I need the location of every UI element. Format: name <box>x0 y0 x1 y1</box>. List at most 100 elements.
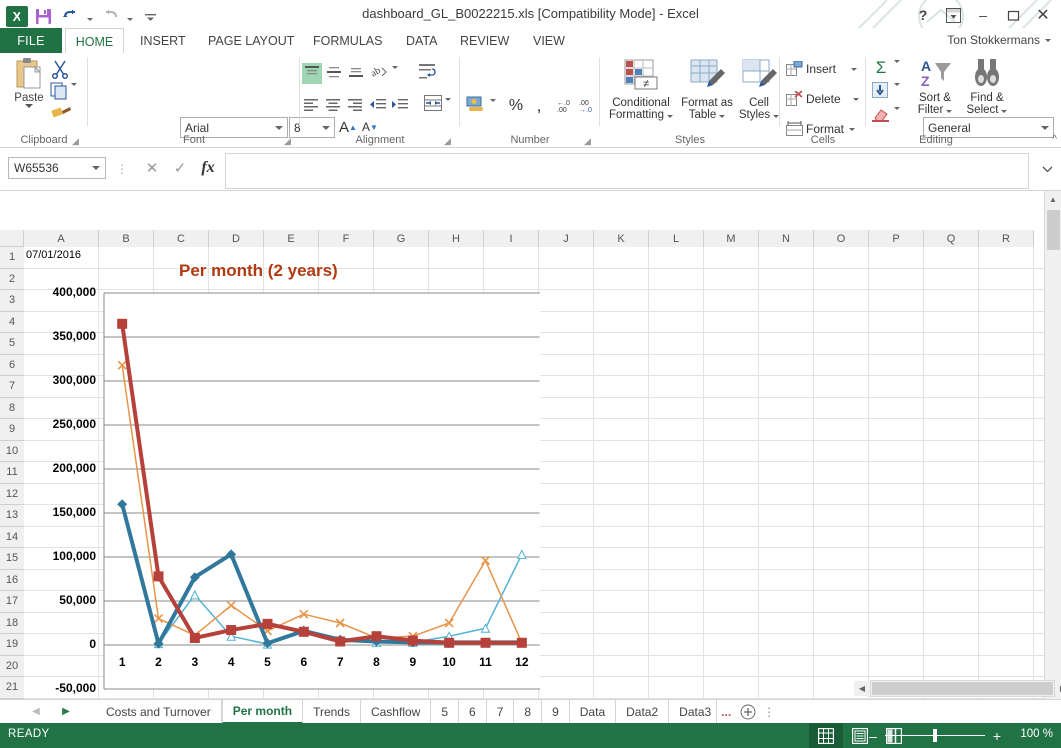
close-button[interactable]: ✕ <box>1029 4 1057 26</box>
row-header-16[interactable]: 16 <box>0 569 24 591</box>
column-header-f[interactable]: F <box>319 230 374 247</box>
row-header-13[interactable]: 13 <box>0 505 24 527</box>
sheet-tab-data[interactable]: Data <box>570 700 617 724</box>
sort-and-filter-button[interactable]: A Z Sort & Filter <box>910 57 960 116</box>
alignment-dialog-launcher[interactable]: ◢ <box>444 136 454 146</box>
sheet-tab-costs-and-turnover[interactable]: Costs and Turnover <box>96 700 222 724</box>
sheet-tab-7[interactable]: 7 <box>487 700 515 724</box>
fill-down-icon[interactable] <box>872 82 888 101</box>
chart-per-month[interactable]: Per month (2 years) 400,000 350,000 300,00… <box>24 247 554 699</box>
autosum-button[interactable]: Σ <box>872 57 890 79</box>
name-box[interactable]: W65536 <box>8 157 106 179</box>
conditional-formatting-button[interactable]: ≠ Conditional Formatting <box>606 59 676 121</box>
row-header-12[interactable]: 12 <box>0 483 24 505</box>
copy-dropdown-icon[interactable] <box>71 83 77 100</box>
ribbon-display-options-icon[interactable] <box>939 4 967 26</box>
clear-dropdown-icon[interactable] <box>894 107 900 124</box>
column-header-r[interactable]: R <box>979 230 1034 247</box>
horizontal-scroll-thumb[interactable] <box>872 682 1053 695</box>
number-dialog-launcher[interactable]: ◢ <box>584 136 594 146</box>
fill-dropdown-icon[interactable] <box>894 83 900 100</box>
paste-dropdown-icon[interactable] <box>25 104 33 108</box>
column-header-c[interactable]: C <box>154 230 209 247</box>
column-header-o[interactable]: O <box>814 230 869 247</box>
align-right-icon[interactable] <box>347 98 363 115</box>
paste-button[interactable]: Paste <box>8 57 50 108</box>
align-center-icon[interactable] <box>325 98 341 115</box>
middle-align-icon[interactable] <box>326 65 342 82</box>
tab-data[interactable]: DATA <box>396 28 447 53</box>
minimize-button[interactable]: – <box>969 4 997 26</box>
row-header-2[interactable]: 2 <box>0 268 24 290</box>
increase-decimal-icon[interactable]: ←.0.00 <box>556 97 576 116</box>
cell-a1[interactable]: 07/01/2016 <box>26 249 81 261</box>
row-header-8[interactable]: 8 <box>0 397 24 419</box>
sheet-tab-cashflow[interactable]: Cashflow <box>361 700 432 724</box>
cut-icon[interactable] <box>50 59 70 82</box>
hscroll-right-icon[interactable]: ▶ <box>1055 681 1061 696</box>
merge-dropdown-icon[interactable] <box>445 98 451 115</box>
column-header-p[interactable]: P <box>869 230 924 247</box>
sheet-tab-5[interactable]: 5 <box>431 700 460 724</box>
tab-page-layout[interactable]: PAGE LAYOUT <box>198 28 304 53</box>
percent-style-button[interactable]: % <box>506 95 526 117</box>
zoom-thumb[interactable] <box>933 729 937 742</box>
sheet-tab-per-month[interactable]: Per month <box>221 700 304 724</box>
accounting-format-icon[interactable] <box>466 95 486 116</box>
format-painter-icon[interactable] <box>50 104 72 125</box>
sheet-tab-data3[interactable]: Data3 <box>669 700 718 724</box>
format-as-table-button[interactable]: Format as Table <box>678 59 736 121</box>
sheet-tab-data2[interactable]: Data2 <box>616 700 670 724</box>
orientation-dropdown-icon[interactable] <box>392 66 398 83</box>
sheet-nav-prev-icon[interactable]: ◀ <box>28 703 44 720</box>
align-left-icon[interactable] <box>303 98 319 115</box>
select-all-corner[interactable] <box>0 230 24 247</box>
cell-styles-button[interactable]: Cell Styles <box>736 59 782 121</box>
autosum-dropdown-icon[interactable] <box>894 60 900 77</box>
clipboard-dialog-launcher[interactable]: ◢ <box>72 136 82 146</box>
row-header-11[interactable]: 11 <box>0 462 24 484</box>
font-dialog-launcher[interactable]: ◢ <box>284 136 294 146</box>
column-header-a[interactable]: A <box>24 230 99 247</box>
insert-function-icon[interactable]: fx <box>194 157 222 179</box>
column-header-i[interactable]: I <box>484 230 539 247</box>
insert-cells-button[interactable]: Insert <box>786 61 858 77</box>
row-header-20[interactable]: 20 <box>0 655 24 677</box>
tab-file[interactable]: FILE <box>0 28 62 53</box>
zoom-track[interactable] <box>885 729 985 742</box>
row-header-18[interactable]: 18 <box>0 612 24 634</box>
sheet-tabs-overflow-icon[interactable]: ⋮ <box>761 700 777 724</box>
top-align-icon[interactable] <box>302 63 322 84</box>
horizontal-scrollbar[interactable]: ◀ ▶ <box>854 680 1061 697</box>
sheet-tab-8[interactable]: 8 <box>514 700 543 724</box>
zoom-in-button[interactable]: + <box>991 728 1003 744</box>
row-header-14[interactable]: 14 <box>0 526 24 548</box>
sheet-tab-9[interactable]: 9 <box>542 700 570 724</box>
tab-insert[interactable]: INSERT <box>130 28 196 53</box>
increase-indent-icon[interactable] <box>391 98 409 115</box>
row-header-19[interactable]: 19 <box>0 634 24 656</box>
column-header-h[interactable]: H <box>429 230 484 247</box>
zoom-slider[interactable]: – + <box>867 723 1003 748</box>
decrease-decimal-icon[interactable]: .00 →.0 <box>578 97 598 116</box>
sheet-tab-6[interactable]: 6 <box>459 700 487 724</box>
delete-cells-button[interactable]: Delete <box>786 91 859 107</box>
row-header-3[interactable]: 3 <box>0 290 24 312</box>
cancel-formula-icon[interactable]: ✕ <box>138 157 166 179</box>
user-account[interactable]: Ton Stokkermans <box>947 33 1051 47</box>
row-header-7[interactable]: 7 <box>0 376 24 398</box>
vertical-scroll-thumb[interactable] <box>1047 210 1060 250</box>
row-header-4[interactable]: 4 <box>0 311 24 333</box>
row-header-9[interactable]: 9 <box>0 419 24 441</box>
clear-icon[interactable] <box>872 107 889 125</box>
comma-style-button[interactable]: , <box>530 95 548 117</box>
column-header-q[interactable]: Q <box>924 230 979 247</box>
column-header-n[interactable]: N <box>759 230 814 247</box>
column-header-g[interactable]: G <box>374 230 429 247</box>
column-header-j[interactable]: J <box>539 230 594 247</box>
row-header-6[interactable]: 6 <box>0 354 24 376</box>
column-header-d[interactable]: D <box>209 230 264 247</box>
column-header-b[interactable]: B <box>99 230 154 247</box>
formula-input[interactable] <box>225 153 1029 189</box>
scroll-up-icon[interactable]: ▲ <box>1045 191 1061 208</box>
